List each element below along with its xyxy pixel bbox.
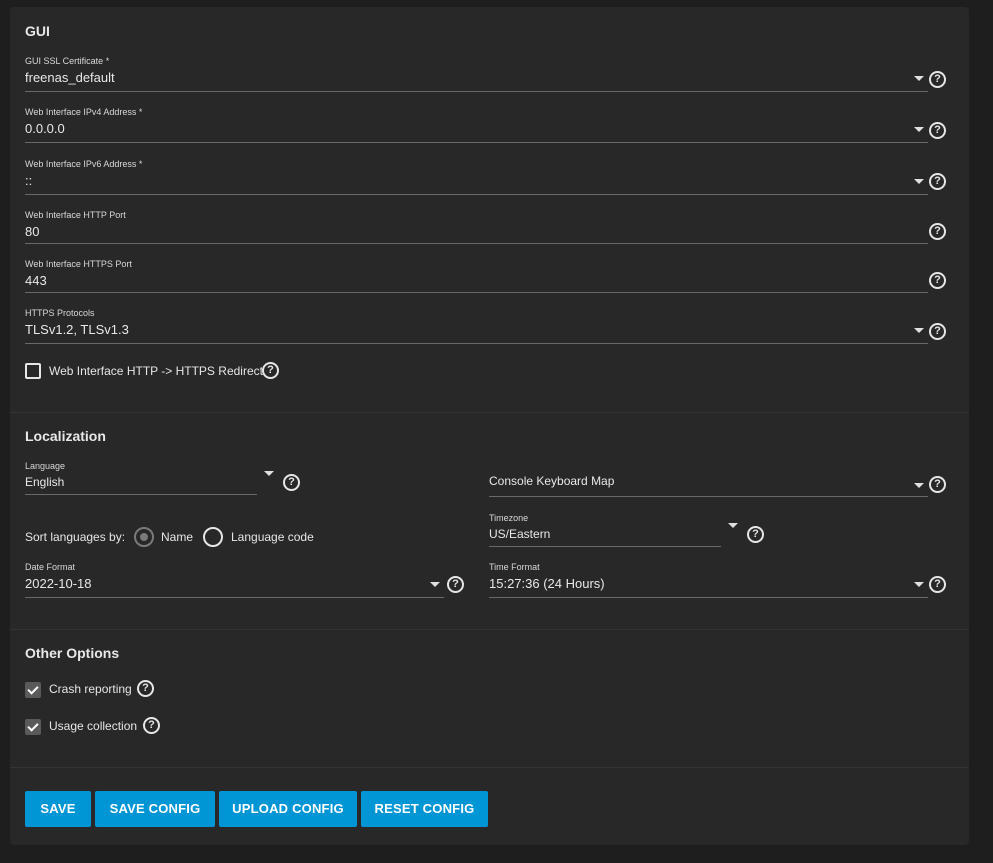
date-format-value: 2022-10-18 xyxy=(25,576,92,591)
usage-collection-checkbox[interactable] xyxy=(25,719,41,735)
sort-languages-label: Sort languages by: xyxy=(25,530,126,544)
sort-by-language-code-label: Language code xyxy=(231,530,314,544)
http-port-input[interactable]: Web Interface HTTP Port 80 xyxy=(25,208,928,244)
save-config-button[interactable]: SAVE CONFIG xyxy=(95,791,215,827)
https-port-value: 443 xyxy=(25,273,47,288)
timezone-label: Timezone xyxy=(489,513,529,523)
gui-section-title: GUI xyxy=(25,23,50,39)
help-circle-icon[interactable]: ? xyxy=(929,122,946,139)
help-circle-icon[interactable]: ? xyxy=(929,576,946,593)
help-circle-icon[interactable]: ? xyxy=(747,526,764,543)
usage-collection-label: Usage collection xyxy=(49,719,138,733)
sort-by-name-radio[interactable] xyxy=(134,527,154,547)
reset-config-button[interactable]: RESET CONFIG xyxy=(361,791,488,827)
https-protocols-value: TLSv1.2, TLSv1.3 xyxy=(25,322,129,337)
caret-down-icon xyxy=(914,179,924,184)
date-format-label: Date Format xyxy=(25,562,76,572)
field-underline xyxy=(489,496,928,497)
ipv4-address-select[interactable]: Web Interface IPv4 Address * 0.0.0.0 xyxy=(25,105,928,143)
field-underline xyxy=(25,142,928,143)
crash-reporting-label: Crash reporting xyxy=(49,682,132,696)
field-underline xyxy=(25,597,444,598)
console-keyboard-map-label: Console Keyboard Map xyxy=(489,474,615,488)
caret-down-icon xyxy=(914,127,924,132)
upload-config-button[interactable]: UPLOAD CONFIG xyxy=(219,791,357,827)
help-circle-icon[interactable]: ? xyxy=(929,272,946,289)
other-options-section-title: Other Options xyxy=(25,645,120,661)
gui-ssl-certificate-label: GUI SSL Certificate * xyxy=(25,56,110,66)
help-circle-icon[interactable]: ? xyxy=(929,223,946,240)
https-protocols-label: HTTPS Protocols xyxy=(25,308,95,318)
sort-by-name-label: Name xyxy=(161,530,194,544)
help-circle-icon[interactable]: ? xyxy=(143,717,160,734)
timezone-select[interactable]: Timezone US/Eastern xyxy=(489,511,721,547)
language-select[interactable]: Language English xyxy=(25,459,257,495)
help-circle-icon[interactable]: ? xyxy=(929,173,946,190)
checkmark-icon xyxy=(27,683,39,695)
help-circle-icon[interactable]: ? xyxy=(929,476,946,493)
sort-by-language-code-radio[interactable] xyxy=(203,527,223,547)
field-underline xyxy=(25,343,928,344)
crash-reporting-checkbox[interactable] xyxy=(25,682,41,698)
section-divider xyxy=(10,412,969,413)
field-underline xyxy=(25,194,928,195)
console-keyboard-map-select[interactable]: Console Keyboard Map xyxy=(489,469,928,497)
field-underline xyxy=(25,292,928,293)
section-divider xyxy=(10,767,969,768)
caret-down-icon xyxy=(914,582,924,587)
http-port-value: 80 xyxy=(25,224,40,239)
https-port-input[interactable]: Web Interface HTTPS Port 443 xyxy=(25,257,928,293)
caret-down-icon xyxy=(914,328,924,333)
caret-down-icon[interactable] xyxy=(728,523,738,528)
date-format-select[interactable]: Date Format 2022-10-18 xyxy=(25,560,444,598)
https-redirect-checkbox[interactable] xyxy=(25,363,41,379)
localization-section-title: Localization xyxy=(25,428,106,444)
field-underline xyxy=(25,243,928,244)
timezone-value: US/Eastern xyxy=(489,527,551,541)
caret-down-icon[interactable] xyxy=(264,471,274,476)
help-circle-icon[interactable]: ? xyxy=(929,323,946,340)
https-redirect-label: Web Interface HTTP -> HTTPS Redirect xyxy=(49,364,263,378)
help-circle-icon[interactable]: ? xyxy=(262,362,279,379)
field-underline xyxy=(489,546,721,547)
caret-down-icon xyxy=(914,76,924,81)
field-underline xyxy=(489,597,928,598)
time-format-select[interactable]: Time Format 15:27:36 (24 Hours) xyxy=(489,560,928,598)
ipv4-address-value: 0.0.0.0 xyxy=(25,121,65,136)
help-circle-icon[interactable]: ? xyxy=(447,576,464,593)
general-settings-card: GUI GUI SSL Certificate * freenas_defaul… xyxy=(10,7,969,845)
gui-ssl-certificate-select[interactable]: GUI SSL Certificate * freenas_default xyxy=(25,54,928,92)
help-circle-icon[interactable]: ? xyxy=(137,680,154,697)
http-port-label: Web Interface HTTP Port xyxy=(25,210,126,220)
ipv6-address-label: Web Interface IPv6 Address * xyxy=(25,159,143,169)
ipv6-address-select[interactable]: Web Interface IPv6 Address * :: xyxy=(25,157,928,195)
caret-down-icon xyxy=(430,582,440,587)
caret-down-icon xyxy=(914,483,924,488)
save-button[interactable]: SAVE xyxy=(25,791,91,827)
time-format-label: Time Format xyxy=(489,562,540,572)
time-format-value: 15:27:36 (24 Hours) xyxy=(489,576,605,591)
section-divider xyxy=(10,629,969,630)
help-circle-icon[interactable]: ? xyxy=(283,474,300,491)
field-underline xyxy=(25,91,928,92)
ipv4-address-label: Web Interface IPv4 Address * xyxy=(25,107,143,117)
gui-ssl-certificate-value: freenas_default xyxy=(25,70,115,85)
field-underline xyxy=(25,494,257,495)
ipv6-address-value: :: xyxy=(25,173,33,188)
help-circle-icon[interactable]: ? xyxy=(929,71,946,88)
checkmark-icon xyxy=(27,720,39,732)
language-value: English xyxy=(25,475,65,489)
language-label: Language xyxy=(25,461,66,471)
https-protocols-select[interactable]: HTTPS Protocols TLSv1.2, TLSv1.3 xyxy=(25,306,928,344)
https-port-label: Web Interface HTTPS Port xyxy=(25,259,132,269)
